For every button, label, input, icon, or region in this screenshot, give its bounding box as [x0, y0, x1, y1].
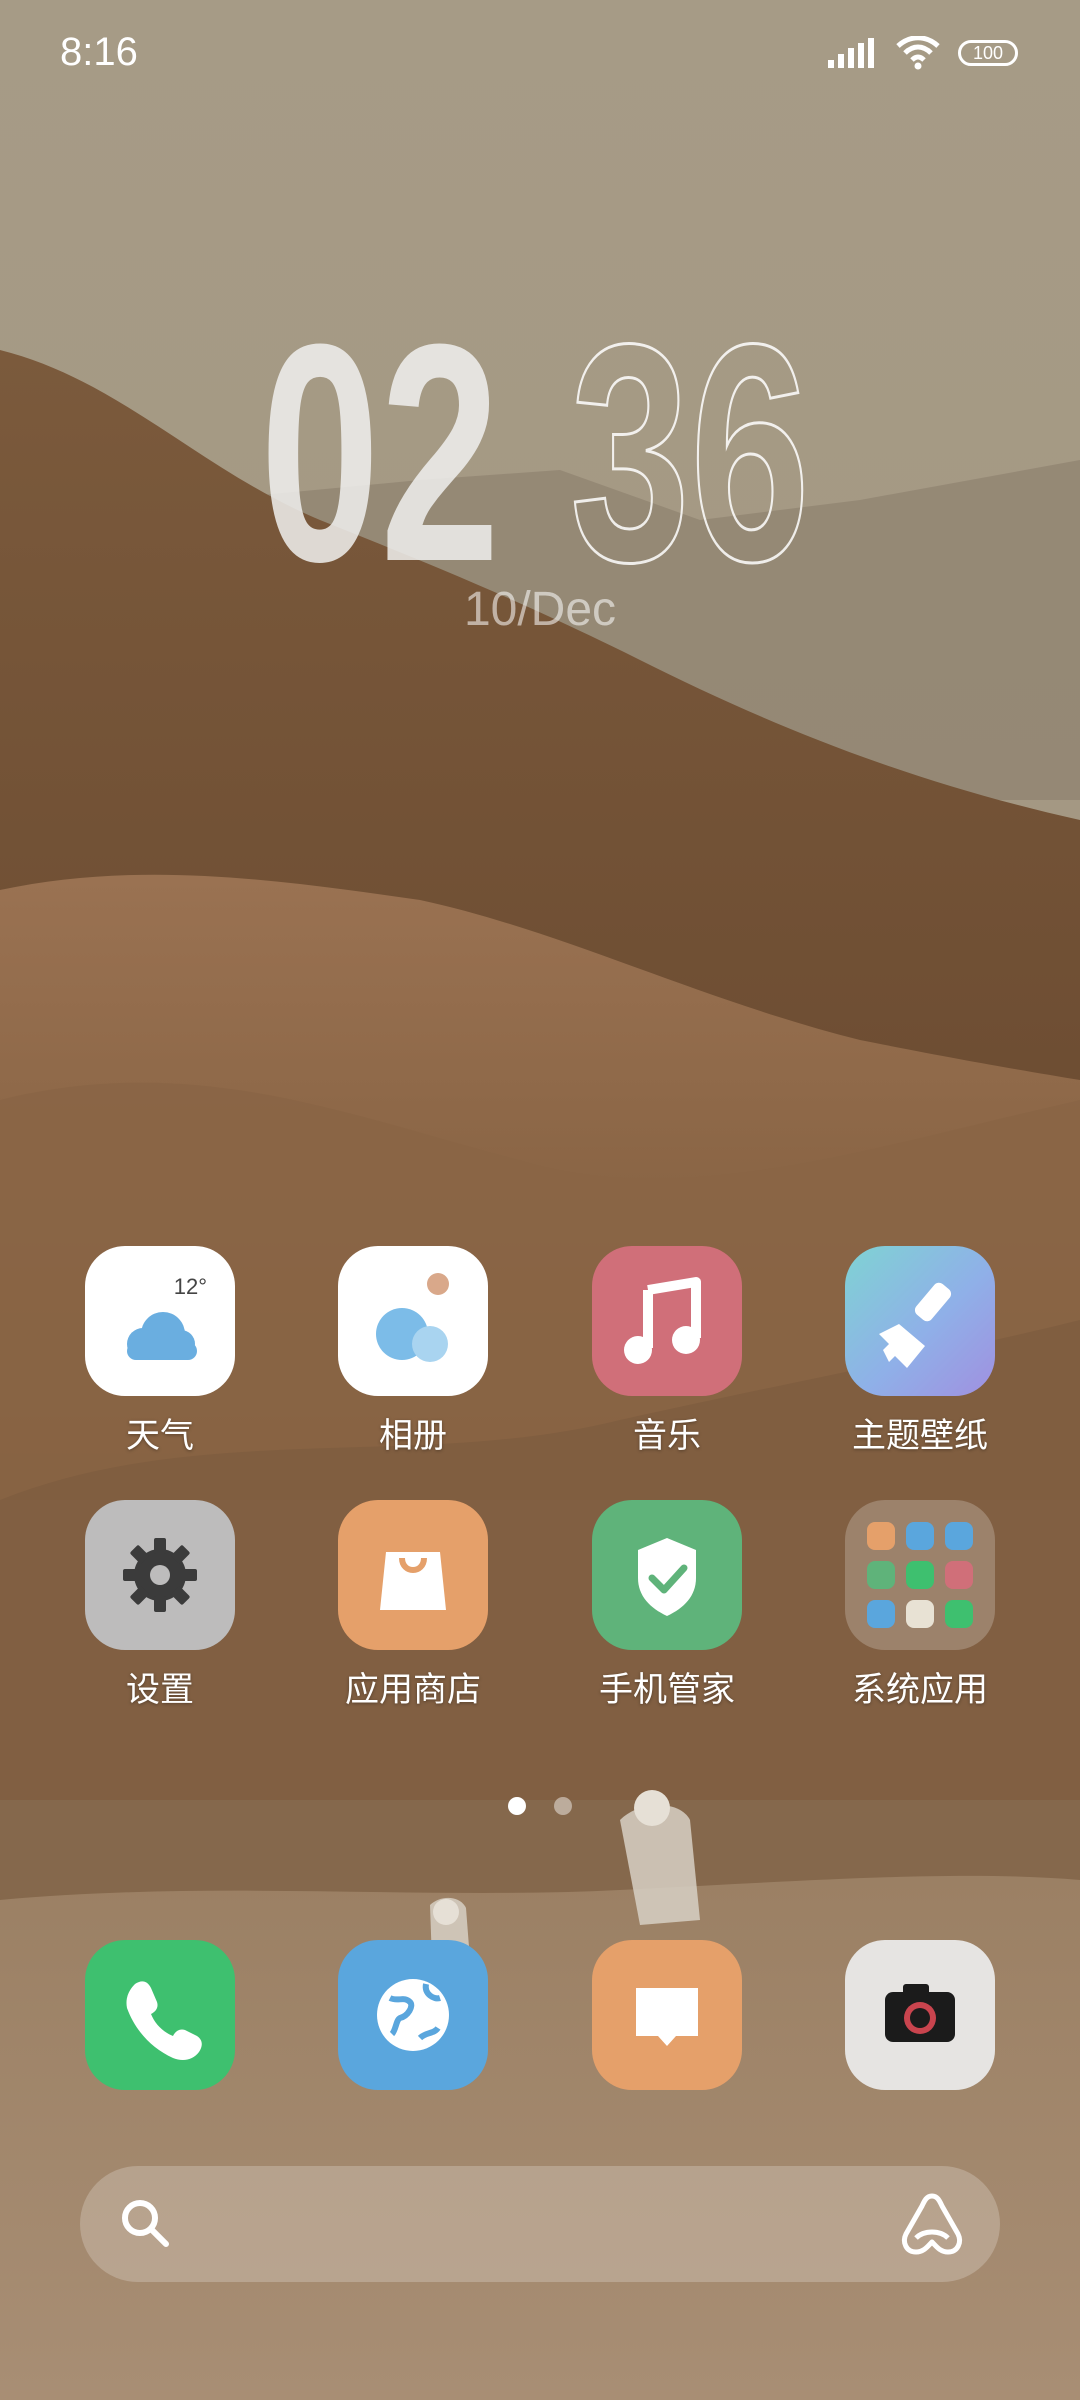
- camera-icon: [845, 1940, 995, 2090]
- gear-icon: [85, 1500, 235, 1650]
- weather-icon: 12°: [85, 1246, 235, 1396]
- signal-icon: [828, 38, 874, 68]
- folder-icon: [845, 1500, 995, 1650]
- music-icon: [592, 1246, 742, 1396]
- app-label: 主题壁纸: [852, 1416, 988, 1456]
- app-label: 手机管家: [599, 1670, 735, 1710]
- messages-icon: [592, 1940, 742, 2090]
- themes-icon: [845, 1246, 995, 1396]
- phone-icon: [85, 1940, 235, 2090]
- clock-widget[interactable]: 02 36: [260, 230, 820, 628]
- status-bar: 8:16 100: [0, 0, 1080, 112]
- app-security[interactable]: 手机管家: [567, 1500, 767, 1711]
- dock-phone[interactable]: [60, 1940, 260, 2090]
- app-themes[interactable]: 主题壁纸: [820, 1246, 1020, 1457]
- clock-minutes: 36: [569, 278, 812, 628]
- status-icons: 100: [828, 36, 1018, 70]
- home-screen: 8:16 100 02 36 10/Dec 12° 天气 相册 音乐 主题壁纸 …: [0, 0, 1080, 2400]
- app-weather[interactable]: 12° 天气: [60, 1246, 260, 1457]
- status-time: 8:16: [60, 30, 138, 74]
- app-label: 设置: [126, 1670, 194, 1710]
- wifi-icon: [896, 36, 940, 70]
- app-label: 系统应用: [852, 1670, 988, 1710]
- page-dot-active[interactable]: [508, 1797, 526, 1815]
- clock-hours-text: 02: [260, 279, 500, 580]
- app-settings[interactable]: 设置: [60, 1500, 260, 1711]
- assistant-icon[interactable]: [898, 2190, 966, 2258]
- app-folder-system[interactable]: 系统应用: [820, 1500, 1020, 1711]
- dock-camera[interactable]: [820, 1940, 1020, 2090]
- search-bar[interactable]: [80, 2166, 1000, 2282]
- app-label: 相册: [379, 1416, 447, 1456]
- battery-level: 100: [972, 42, 1004, 63]
- dock-messages[interactable]: [567, 1940, 767, 2090]
- app-store[interactable]: 应用商店: [313, 1500, 513, 1711]
- clock-minutes-text: 36: [570, 279, 810, 580]
- weather-temperature: 12°: [173, 1274, 207, 1299]
- store-icon: [338, 1500, 488, 1650]
- battery-icon: 100: [958, 40, 1018, 66]
- app-label: 应用商店: [345, 1670, 481, 1710]
- app-gallery[interactable]: 相册: [313, 1246, 513, 1457]
- browser-icon: [338, 1940, 488, 2090]
- app-music[interactable]: 音乐: [567, 1246, 767, 1457]
- security-icon: [592, 1500, 742, 1650]
- date-label: 10/Dec: [463, 583, 617, 636]
- app-label: 天气: [126, 1416, 194, 1456]
- page-dot[interactable]: [554, 1797, 572, 1815]
- page-indicator[interactable]: [0, 1797, 1080, 1815]
- app-label: 音乐: [633, 1416, 701, 1456]
- dock-browser[interactable]: [313, 1940, 513, 2090]
- gallery-icon: [338, 1246, 488, 1396]
- clock-hours: 02: [260, 279, 500, 626]
- search-icon[interactable]: [118, 2196, 174, 2252]
